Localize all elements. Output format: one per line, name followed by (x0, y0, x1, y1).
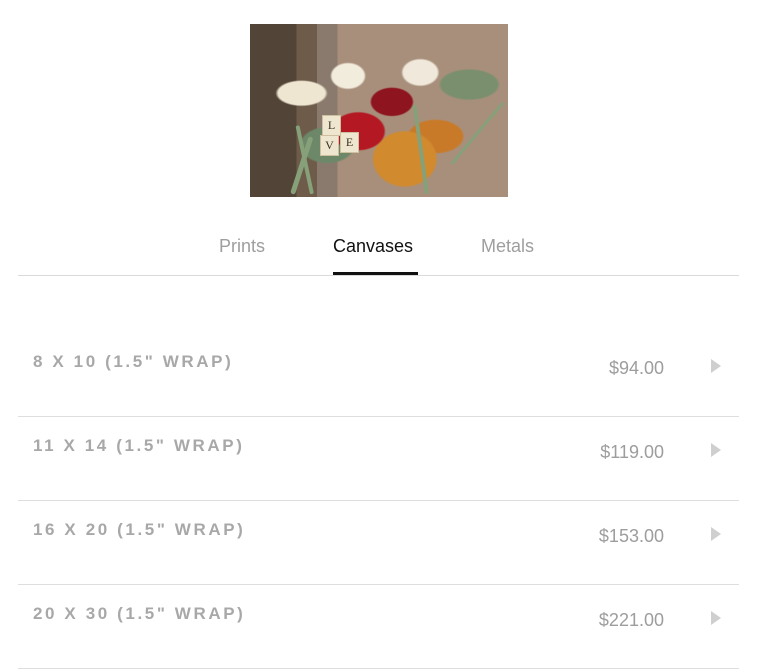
chevron-right-icon (711, 527, 721, 541)
tab-metals[interactable]: Metals (481, 236, 534, 257)
size-option-row[interactable]: 11 X 14 (1.5" WRAP) $119.00 (18, 416, 739, 501)
chevron-right-icon (711, 611, 721, 625)
leaf (450, 101, 505, 165)
size-option-row[interactable]: 8 X 10 (1.5" WRAP) $94.00 (18, 332, 739, 417)
chevron-right-icon (711, 443, 721, 457)
size-label: 8 X 10 (1.5" WRAP) (33, 352, 234, 371)
size-label: 20 X 30 (1.5" WRAP) (33, 604, 246, 623)
tab-canvases[interactable]: Canvases (333, 236, 413, 257)
size-option-row[interactable]: 16 X 20 (1.5" WRAP) $153.00 (18, 500, 739, 585)
letter-tile: V (320, 135, 339, 156)
product-type-tabs: Prints Canvases Metals (0, 232, 768, 276)
tab-prints[interactable]: Prints (219, 236, 265, 257)
letter-tile: E (340, 132, 359, 153)
chevron-right-icon (711, 359, 721, 373)
price-label: $153.00 (598, 526, 664, 546)
price-label: $119.00 (600, 442, 664, 462)
tabs-divider (18, 275, 739, 276)
price-label: $94.00 (608, 358, 664, 378)
size-label: 11 X 14 (1.5" WRAP) (33, 436, 245, 455)
letter-tile: L (322, 115, 341, 136)
product-photo: L V E (250, 24, 508, 197)
leaf (412, 104, 429, 195)
size-option-row[interactable]: 20 X 30 (1.5" WRAP) $221.00 (18, 584, 739, 669)
size-label: 16 X 20 (1.5" WRAP) (33, 520, 246, 539)
price-label: $221.00 (598, 610, 664, 630)
